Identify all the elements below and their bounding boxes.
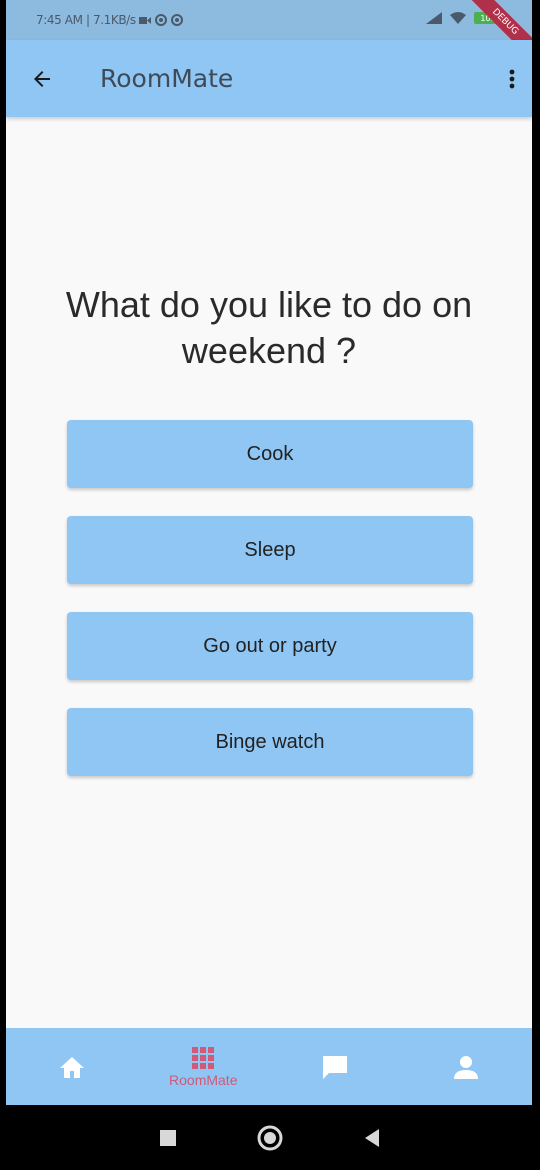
video-icon <box>138 16 151 24</box>
system-navigation-bar <box>0 1105 540 1170</box>
grid-icon <box>192 1046 215 1069</box>
signal-icon <box>426 12 442 24</box>
answer-options: Cook Sleep Go out or party Binge watch <box>67 420 473 804</box>
question-line-1: What do you like to do on <box>65 284 473 325</box>
question-line-2: weekend ? <box>181 330 357 371</box>
person-icon <box>454 1055 479 1079</box>
bottom-navigation: RoomMate <box>6 1028 532 1105</box>
arrow-back-icon <box>34 70 50 87</box>
back-button[interactable] <box>6 40 78 117</box>
nav-roommate-label: RoomMate <box>169 1071 238 1088</box>
app-screen: 7:45 AM | 7.1KB/s 100 DEBUG RoomMate Wha… <box>6 0 532 1105</box>
app-title: RoomMate <box>100 64 234 93</box>
chat-icon <box>322 1055 347 1079</box>
overflow-menu-button[interactable] <box>492 40 532 117</box>
wifi-icon <box>450 12 466 24</box>
option-go-out-button[interactable]: Go out or party <box>67 612 473 680</box>
home-button-icon[interactable] <box>257 1125 283 1151</box>
nav-roommate[interactable]: RoomMate <box>138 1028 270 1105</box>
home-icon <box>59 1056 84 1078</box>
back-triangle-icon[interactable] <box>363 1128 381 1148</box>
option-cook-button[interactable]: Cook <box>67 420 473 488</box>
more-vert-icon <box>509 69 515 88</box>
option-sleep-button[interactable]: Sleep <box>67 516 473 584</box>
option-binge-watch-button[interactable]: Binge watch <box>67 708 473 776</box>
nav-home[interactable] <box>6 1028 138 1105</box>
status-text: 7:45 AM | 7.1KB/s <box>36 13 136 27</box>
nav-chat[interactable] <box>269 1028 401 1105</box>
app-bar: RoomMate <box>6 40 532 117</box>
status-bar: 7:45 AM | 7.1KB/s 100 DEBUG <box>6 0 532 67</box>
question-heading: What do you like to do on weekend ? <box>6 282 532 374</box>
app-notification-icon <box>154 14 167 26</box>
app-notification-icon-2 <box>170 14 183 26</box>
recents-icon[interactable] <box>159 1129 177 1147</box>
nav-profile[interactable] <box>401 1028 533 1105</box>
